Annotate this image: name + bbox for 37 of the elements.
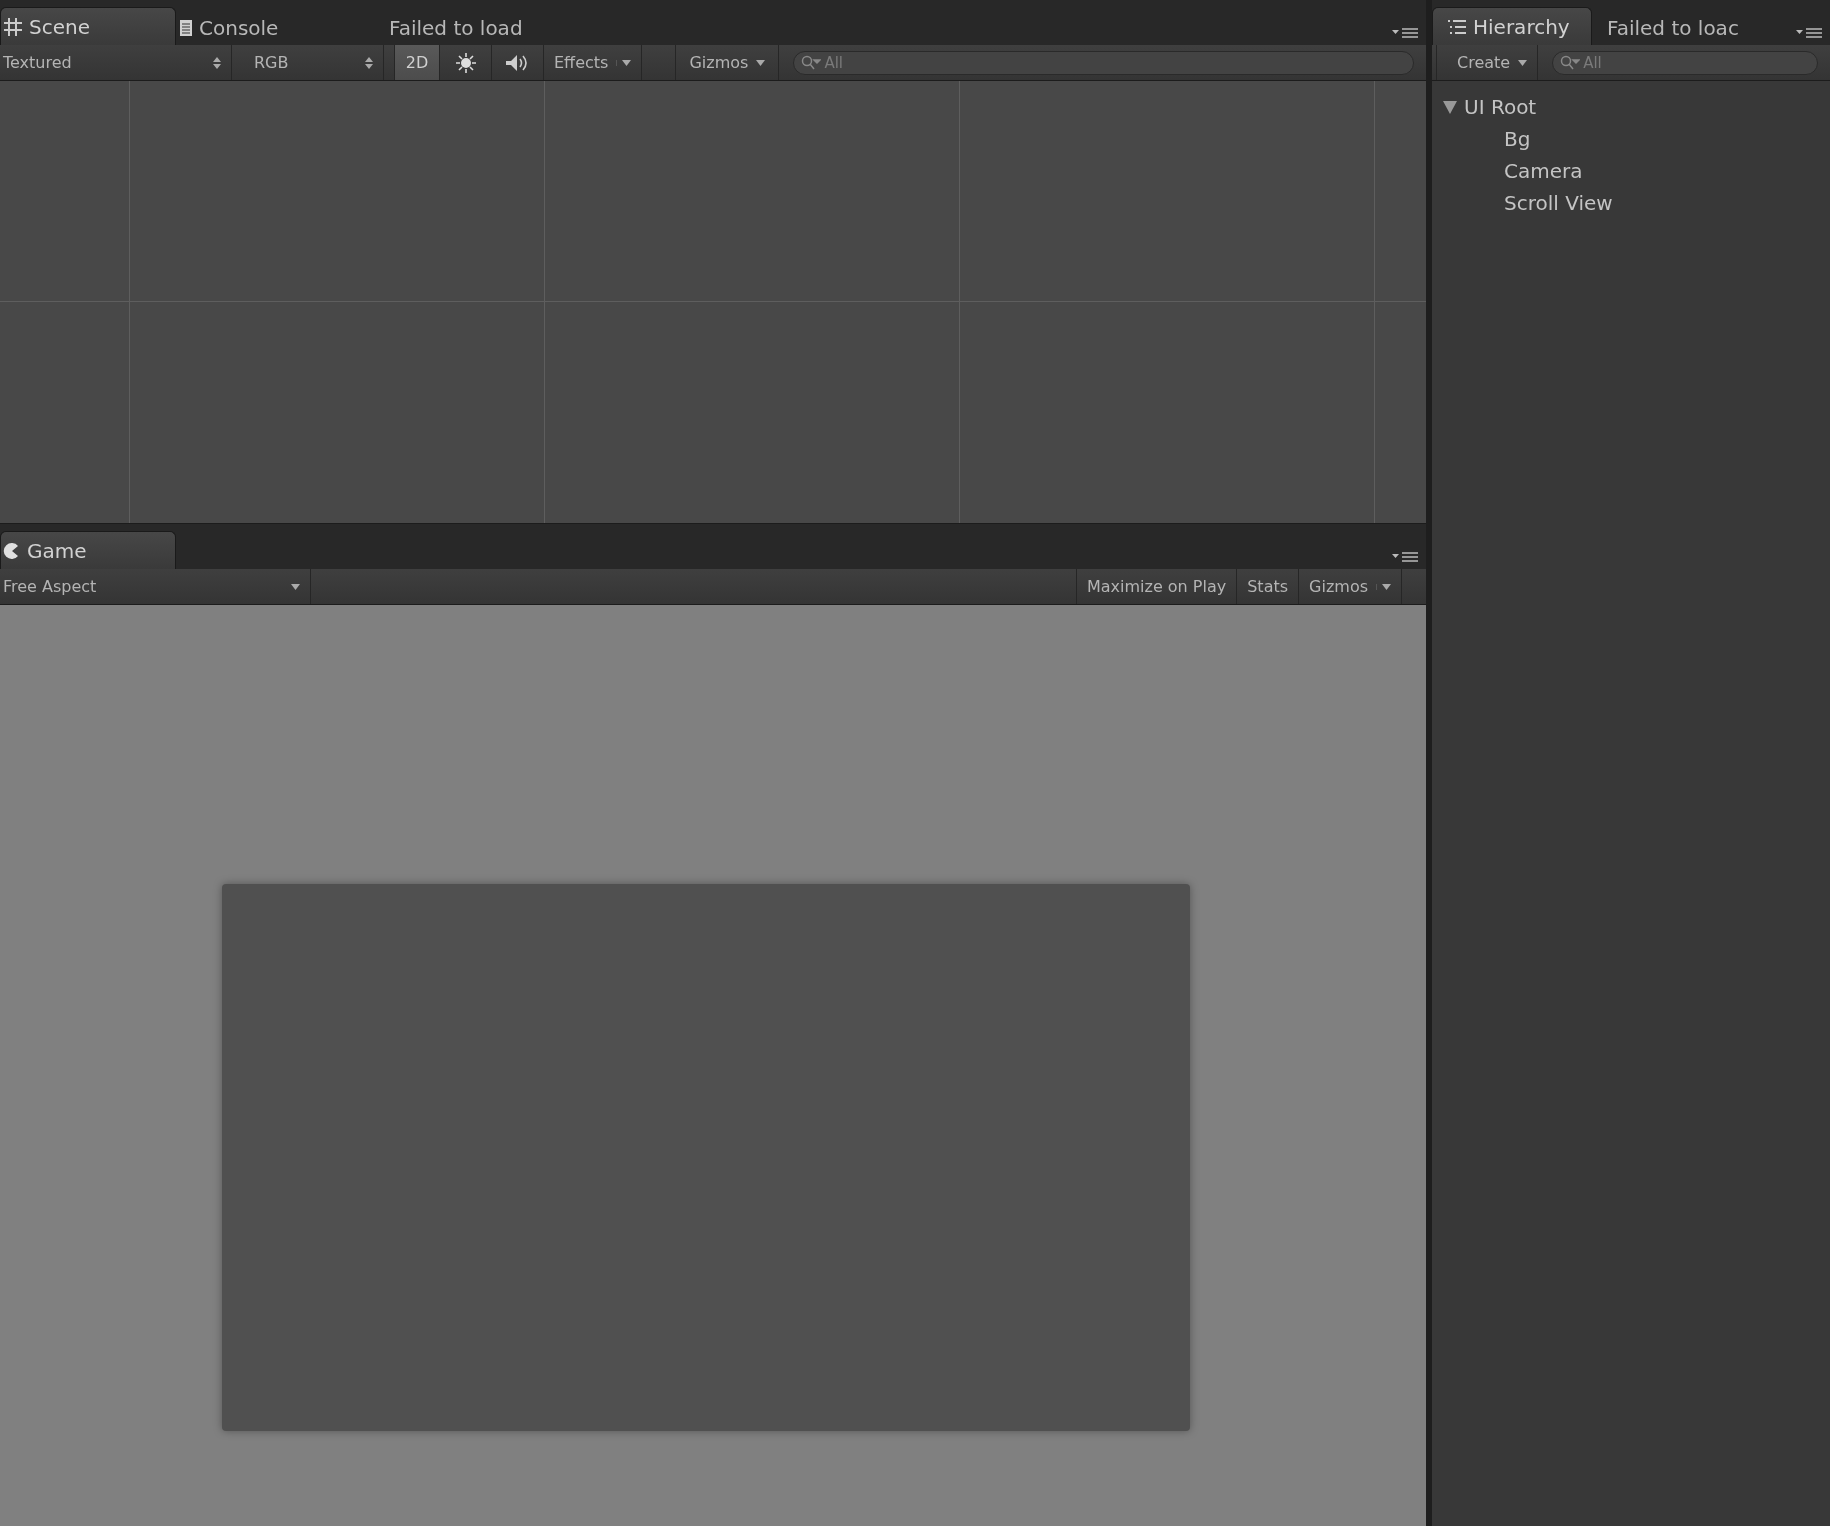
channel-dropdown[interactable]: RGB (232, 45, 384, 80)
expand-triangle-icon[interactable] (1442, 99, 1458, 115)
tree-item[interactable]: UI Root (1464, 95, 1537, 119)
panel-tab[interactable]: Console (176, 9, 386, 45)
create-dropdown[interactable]: Create (1436, 45, 1539, 80)
tree-item[interactable]: Scroll View (1504, 191, 1613, 215)
toolbar-toggle[interactable]: Stats (1237, 569, 1300, 604)
caret-icon (291, 583, 300, 590)
aspect-dropdown[interactable]: Free Aspect (0, 569, 311, 604)
panel-tab[interactable]: Game (0, 531, 176, 569)
gizmos-dropdown[interactable]: Gizmos (1299, 569, 1402, 604)
tree-item[interactable]: Bg (1504, 127, 1531, 151)
panel-tab[interactable]: Failed to loac (1592, 9, 1754, 45)
pane-menu-icon[interactable] (1392, 551, 1418, 563)
gizmos-dropdown[interactable]: Gizmos (676, 45, 780, 80)
effects-dropdown[interactable]: Effects (544, 45, 643, 80)
panel-tab[interactable]: Hierarchy (1432, 7, 1592, 45)
pane-menu-icon[interactable] (1392, 27, 1418, 39)
document-icon (179, 18, 193, 37)
caret-icon (622, 59, 632, 66)
pane-menu-icon[interactable] (1796, 27, 1822, 39)
tree-item[interactable]: Camera (1504, 159, 1583, 183)
draw-mode-dropdown[interactable]: Textured (0, 45, 232, 80)
caret-icon (1382, 583, 1391, 590)
grid-icon (3, 16, 23, 37)
caret-icon (1518, 59, 1528, 66)
search-icon (801, 54, 822, 71)
panel-tab[interactable]: Scene (0, 7, 176, 45)
mode-2d-toggle[interactable]: 2D (395, 45, 440, 80)
list-icon (1447, 18, 1467, 35)
up-down-arrows-icon (213, 55, 221, 70)
panel-tab[interactable]: Failed to load (386, 9, 526, 45)
search-icon (1560, 54, 1581, 71)
caret-icon (756, 59, 766, 66)
sun-icon (454, 51, 477, 74)
toolbar-toggle[interactable]: Maximize on Play (1076, 569, 1238, 604)
up-down-arrows-icon (365, 55, 373, 70)
